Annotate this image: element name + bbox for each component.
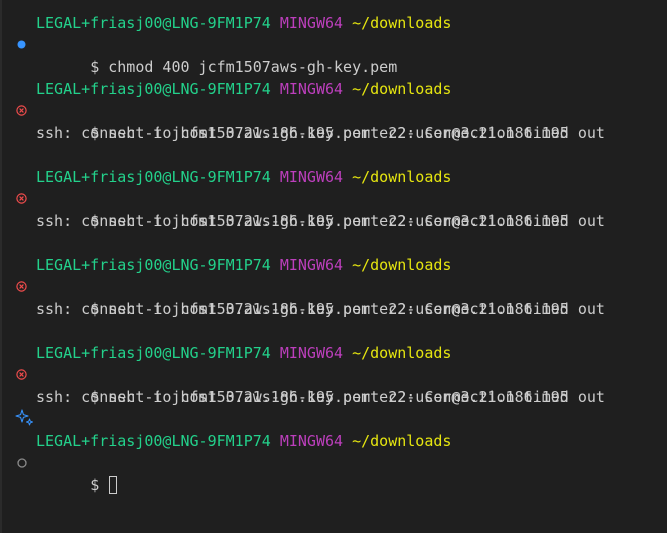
prompt-cwd: ~/downloads: [352, 14, 452, 32]
prompt-line: LEGAL+friasj00@LNG-9FM1P74 MINGW64 ~/dow…: [0, 254, 667, 276]
error-circle-x-icon[interactable]: [16, 105, 27, 116]
command-block-ssh-4: LEGAL+friasj00@LNG-9FM1P74 MINGW64 ~/dow…: [0, 342, 667, 408]
command-block-ssh-1: LEGAL+friasj00@LNG-9FM1P74 MINGW64 ~/dow…: [0, 78, 667, 144]
error-circle-x-icon[interactable]: [16, 281, 27, 292]
output-line: ssh: connect to host 3.21.186.195 port 2…: [36, 212, 605, 230]
prompt-cwd: ~/downloads: [352, 432, 452, 450]
prompt-line: LEGAL+friasj00@LNG-9FM1P74 MINGW64 ~/dow…: [0, 430, 667, 452]
prompt-cwd: ~/downloads: [352, 344, 452, 362]
sparkle-icon[interactable]: [15, 408, 35, 428]
prompt-user-host: LEGAL+friasj00@LNG-9FM1P74: [36, 432, 271, 450]
prompt-cwd: ~/downloads: [352, 256, 452, 274]
prompt-line: LEGAL+friasj00@LNG-9FM1P74 MINGW64 ~/dow…: [0, 166, 667, 188]
empty-circle-icon: [16, 457, 27, 468]
command-input-line[interactable]: $: [0, 452, 667, 494]
prompt-msystem: MINGW64: [279, 168, 344, 186]
prompt-user-host: LEGAL+friasj00@LNG-9FM1P74: [36, 344, 271, 362]
output-line: ssh: connect to host 3.21.186.195 port 2…: [36, 388, 605, 406]
terminal-panel[interactable]: LEGAL+friasj00@LNG-9FM1P74 MINGW64 ~/dow…: [0, 0, 667, 533]
prompt-user-host: LEGAL+friasj00@LNG-9FM1P74: [36, 256, 271, 274]
output-line: ssh: connect to host 3.21.186.195 port 2…: [36, 300, 605, 318]
prompt-msystem: MINGW64: [279, 344, 344, 362]
prompt-msystem: MINGW64: [279, 432, 344, 450]
command-block-chmod: LEGAL+friasj00@LNG-9FM1P74 MINGW64 ~/dow…: [0, 12, 667, 76]
prompt-line: LEGAL+friasj00@LNG-9FM1P74 MINGW64 ~/dow…: [0, 342, 667, 364]
command-block-current: LEGAL+friasj00@LNG-9FM1P74 MINGW64 ~/dow…: [0, 430, 667, 494]
command-text: chmod 400 jcfm1507aws-gh-key.pem: [108, 58, 398, 76]
prompt-line: LEGAL+friasj00@LNG-9FM1P74 MINGW64 ~/dow…: [0, 78, 667, 100]
prompt-user-host: LEGAL+friasj00@LNG-9FM1P74: [36, 80, 271, 98]
command-line: $ ssh -i jcfm1507aws-gh-key.pem ec2-user…: [0, 188, 667, 230]
prompt-user-host: LEGAL+friasj00@LNG-9FM1P74: [36, 14, 271, 32]
success-dot-icon[interactable]: [16, 39, 27, 50]
prompt-msystem: MINGW64: [279, 256, 344, 274]
error-circle-x-icon[interactable]: [16, 193, 27, 204]
prompt-user-host: LEGAL+friasj00@LNG-9FM1P74: [36, 168, 271, 186]
command-line: $ ssh -i jcfm1507aws-gh-key.pem ec2-user…: [0, 364, 667, 406]
prompt-symbol: $: [90, 476, 100, 494]
output-line: ssh: connect to host 3.21.186.195 port 2…: [36, 124, 605, 142]
prompt-cwd: ~/downloads: [352, 80, 452, 98]
command-line: $ chmod 400 jcfm1507aws-gh-key.pem: [0, 34, 667, 76]
prompt-msystem: MINGW64: [279, 80, 344, 98]
error-circle-x-icon[interactable]: [16, 369, 27, 380]
text-cursor[interactable]: [109, 476, 118, 494]
command-block-ssh-3: LEGAL+friasj00@LNG-9FM1P74 MINGW64 ~/dow…: [0, 254, 667, 320]
command-block-ssh-2: LEGAL+friasj00@LNG-9FM1P74 MINGW64 ~/dow…: [0, 166, 667, 232]
prompt-msystem: MINGW64: [279, 14, 344, 32]
prompt-cwd: ~/downloads: [352, 168, 452, 186]
command-line: $ ssh -i jcfm1507aws-gh-key.pem ec2-user…: [0, 100, 667, 142]
prompt-symbol: $: [90, 58, 100, 76]
prompt-line: LEGAL+friasj00@LNG-9FM1P74 MINGW64 ~/dow…: [0, 12, 667, 34]
command-line: $ ssh -i jcfm1507aws-gh-key.pem ec2-user…: [0, 276, 667, 318]
